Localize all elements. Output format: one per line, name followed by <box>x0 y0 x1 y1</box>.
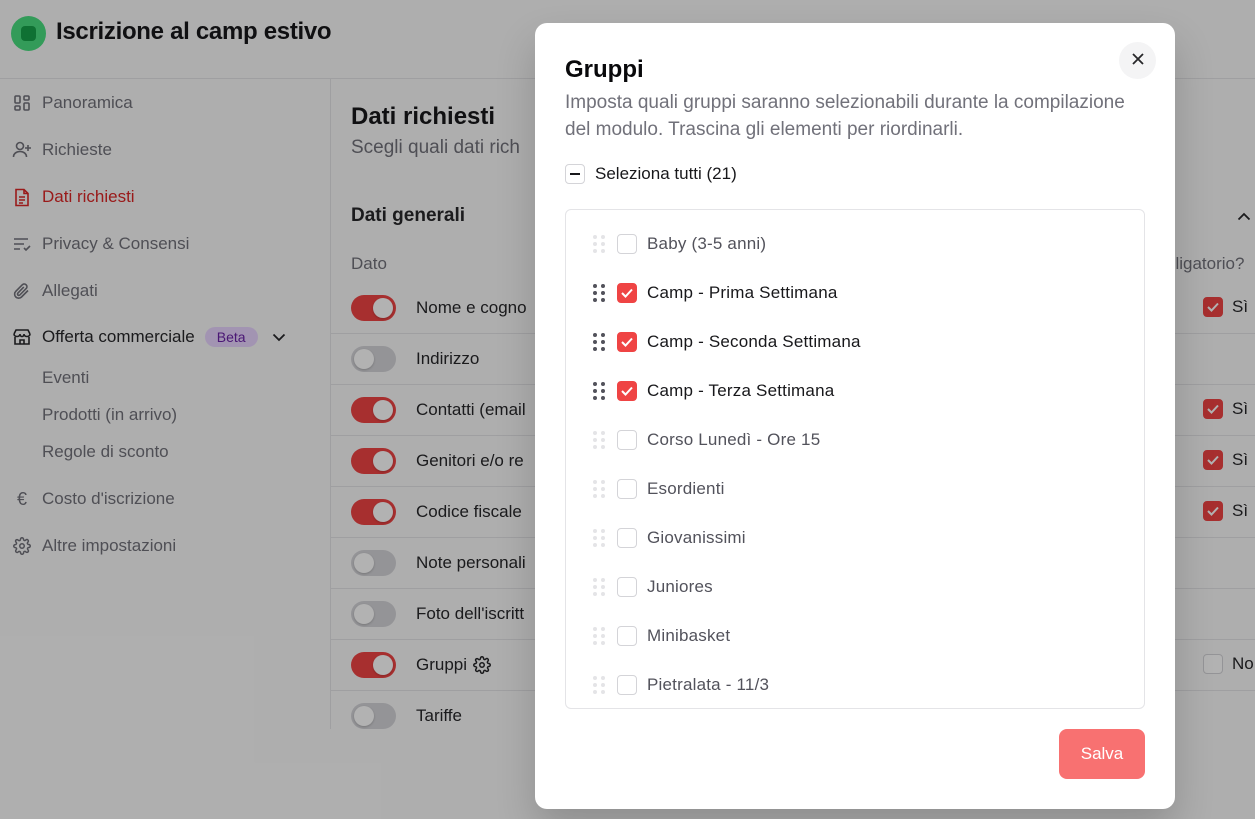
drag-handle-icon[interactable] <box>593 627 605 645</box>
indeterminate-icon <box>565 164 585 184</box>
modal-description: Imposta quali gruppi saranno selezionabi… <box>565 92 1125 140</box>
group-name: Corso Lunedì - Ore 15 <box>647 430 821 449</box>
group-checkbox[interactable] <box>617 332 637 352</box>
drag-handle-icon[interactable] <box>593 333 605 351</box>
group-name: Giovanissimi <box>647 528 746 547</box>
group-checkbox[interactable] <box>617 283 637 303</box>
group-name: Camp - Prima Settimana <box>647 283 838 302</box>
list-item[interactable]: Camp - Terza Settimana <box>566 367 1144 416</box>
group-checkbox[interactable] <box>617 528 637 548</box>
list-item[interactable]: Camp - Prima Settimana <box>566 269 1144 318</box>
group-name: Baby (3-5 anni) <box>647 234 767 253</box>
group-checkbox[interactable] <box>617 430 637 450</box>
groups-modal: Gruppi Imposta quali gruppi saranno sele… <box>535 23 1175 809</box>
group-name: Camp - Seconda Settimana <box>647 332 861 351</box>
list-item[interactable]: Baby (3-5 anni) <box>566 220 1144 269</box>
select-all-label: Seleziona tutti (21) <box>595 164 737 183</box>
drag-handle-icon[interactable] <box>593 529 605 547</box>
group-name: Juniores <box>647 577 713 596</box>
drag-handle-icon[interactable] <box>593 578 605 596</box>
group-checkbox[interactable] <box>617 626 637 646</box>
drag-handle-icon[interactable] <box>593 480 605 498</box>
list-item[interactable]: Giovanissimi <box>566 514 1144 563</box>
group-list[interactable]: Baby (3-5 anni) Camp - Prima Settimana C… <box>565 209 1145 709</box>
list-item[interactable]: Corso Lunedì - Ore 15 <box>566 416 1144 465</box>
close-button[interactable] <box>1119 42 1156 79</box>
group-checkbox[interactable] <box>617 675 637 695</box>
save-button[interactable]: Salva <box>1059 729 1145 779</box>
drag-handle-icon[interactable] <box>593 284 605 302</box>
group-name: Minibasket <box>647 626 731 645</box>
list-item[interactable]: Juniores <box>566 563 1144 612</box>
drag-handle-icon[interactable] <box>593 676 605 694</box>
group-checkbox[interactable] <box>617 577 637 597</box>
drag-handle-icon[interactable] <box>593 235 605 253</box>
list-item[interactable]: Camp - Seconda Settimana <box>566 318 1144 367</box>
drag-handle-icon[interactable] <box>593 431 605 449</box>
group-checkbox[interactable] <box>617 234 637 254</box>
drag-handle-icon[interactable] <box>593 382 605 400</box>
group-name: Camp - Terza Settimana <box>647 381 835 400</box>
list-item[interactable]: Pietralata - 11/3 <box>566 661 1144 708</box>
list-item[interactable]: Esordienti <box>566 465 1144 514</box>
group-name: Pietralata - 11/3 <box>647 675 770 694</box>
group-checkbox[interactable] <box>617 381 637 401</box>
group-checkbox[interactable] <box>617 479 637 499</box>
group-name: Esordienti <box>647 479 725 498</box>
list-item[interactable]: Minibasket <box>566 612 1144 661</box>
select-all-checkbox[interactable]: Seleziona tutti (21) <box>565 164 737 184</box>
modal-title: Gruppi <box>565 56 644 83</box>
close-icon <box>1131 52 1144 70</box>
